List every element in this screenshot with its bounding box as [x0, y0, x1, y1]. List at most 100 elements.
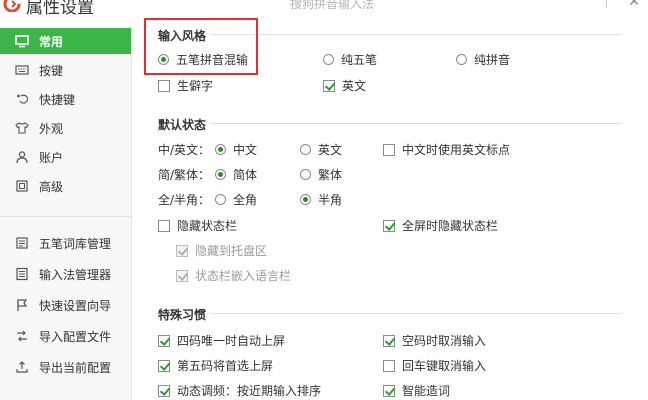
checkbox-label: 第五码将首选上屏 [177, 359, 274, 373]
checkbox-fifth-code-first[interactable]: 第五码将首选上屏 [158, 357, 273, 374]
radio-indicator[interactable] [215, 194, 226, 205]
checkbox-label: 空码时取消输入 [402, 334, 487, 348]
radio-english[interactable]: 英文 [300, 141, 342, 158]
radio-pure-pinyin[interactable]: 纯拼音 [456, 51, 510, 68]
section-divider [210, 313, 622, 314]
checkbox-label: 回车键取消输入 [402, 359, 487, 373]
sidebar-item-setup-wizard[interactable]: 快速设置向导 [0, 292, 131, 318]
checkbox-hide-status-bar[interactable]: 隐藏状态栏 [158, 217, 237, 234]
sogou-logo-icon [3, 0, 21, 13]
checkbox-empty-code-cancel[interactable]: 空码时取消输入 [383, 332, 486, 349]
sidebar-item-label: 高级 [39, 179, 64, 194]
sidebar-item-general[interactable]: 常用 [0, 28, 131, 54]
radio-indicator[interactable] [300, 169, 311, 180]
sidebar-item-ime-manager[interactable]: 输入法管理器 [0, 261, 131, 287]
radio-full-width[interactable]: 全角 [215, 191, 257, 208]
radio-label: 中文 [233, 143, 258, 157]
sidebar-item-label: 导入配置文件 [39, 329, 112, 344]
radio-indicator[interactable] [300, 194, 311, 205]
checkbox-label: 全屏时隐藏状态栏 [402, 219, 499, 233]
radio-half-width[interactable]: 半角 [300, 191, 342, 208]
radio-indicator[interactable] [300, 144, 311, 155]
sidebar: 常用 按键 快捷键 外观 账户 高级 五笔词库管理 输入法管理器 快速设置向导 … [0, 26, 132, 400]
window-title: 属性设置 [26, 0, 94, 18]
section-divider [210, 123, 622, 124]
sidebar-item-appearance[interactable]: 外观 [0, 115, 131, 141]
checkbox-rare-char[interactable]: 生僻字 [158, 77, 213, 94]
sidebar-item-wubi-dict[interactable]: 五笔词库管理 [0, 230, 131, 256]
shortcut-icon [14, 91, 30, 107]
radio-label: 半角 [318, 193, 343, 207]
radio-label: 繁体 [318, 168, 343, 182]
checkbox-smart-word[interactable]: 智能造词 [383, 382, 450, 399]
checkbox-label: 动态调频：按近期输入排序 [177, 384, 322, 398]
simp-trad-label: 简/繁体： [158, 168, 211, 182]
radio-label: 英文 [318, 143, 343, 157]
control-divider [606, 0, 607, 8]
radio-chinese[interactable]: 中文 [215, 141, 257, 158]
checkbox-label: 隐藏状态栏 [177, 219, 238, 233]
checkbox-indicator[interactable] [176, 269, 188, 282]
sidebar-item-advanced[interactable]: 高级 [0, 173, 131, 199]
checkbox-indicator[interactable] [323, 79, 335, 92]
sidebar-item-account[interactable]: 账户 [0, 144, 131, 170]
shirt-icon [14, 120, 30, 136]
sidebar-item-export-config[interactable]: 导出当前配置 [0, 354, 131, 380]
checkbox-indicator[interactable] [383, 359, 395, 372]
checkbox-label: 隐藏到托盘区 [195, 244, 268, 258]
checkbox-dynamic-freq[interactable]: 动态调频：按近期输入排序 [158, 382, 321, 399]
radio-label: 全角 [233, 193, 258, 207]
radio-wubi-pinyin-mix[interactable]: 五笔拼音混输 [158, 51, 248, 68]
cn-en-label: 中/英文： [158, 143, 211, 157]
keyboard-icon [14, 62, 30, 78]
sidebar-item-shortcuts[interactable]: 快捷键 [0, 86, 131, 112]
checkbox-label: 四码唯一时自动上屏 [177, 334, 286, 348]
section-title-special-habits: 特殊习惯 [158, 308, 207, 322]
sidebar-item-label: 账户 [39, 150, 64, 165]
radio-traditional[interactable]: 繁体 [300, 166, 342, 183]
sidebar-item-import-config[interactable]: 导入配置文件 [0, 323, 131, 349]
checkbox-indicator[interactable] [158, 219, 170, 232]
radio-indicator[interactable] [215, 169, 226, 180]
checkbox-cn-en-punct[interactable]: 中文时使用英文标点 [383, 141, 510, 158]
checkbox-indicator[interactable] [176, 244, 188, 257]
sidebar-item-label: 输入法管理器 [39, 267, 112, 282]
checkbox-embed-lang-bar[interactable]: 状态栏嵌入语言栏 [176, 267, 291, 284]
checkbox-hide-on-fullscreen[interactable]: 全屏时隐藏状态栏 [383, 217, 498, 234]
flag-icon [14, 297, 30, 313]
radio-indicator[interactable] [323, 54, 334, 65]
checkbox-enter-cancel[interactable]: 回车键取消输入 [383, 357, 486, 374]
checkbox-label: 状态栏嵌入语言栏 [195, 269, 292, 283]
sidebar-item-label: 快速设置向导 [39, 298, 112, 313]
checkbox-indicator[interactable] [158, 79, 170, 92]
checkbox-hide-to-tray[interactable]: 隐藏到托盘区 [176, 242, 267, 259]
window-subtitle: 搜狗拼音输入法 [290, 0, 375, 11]
checkbox-label: 中文时使用英文标点 [402, 143, 511, 157]
checkbox-indicator[interactable] [383, 219, 395, 232]
import-icon [14, 328, 30, 344]
radio-indicator[interactable] [215, 144, 226, 155]
monitor-icon [14, 33, 30, 49]
radio-label: 纯拼音 [474, 53, 511, 67]
checkbox-four-code-unique[interactable]: 四码唯一时自动上屏 [158, 332, 285, 349]
checkbox-indicator[interactable] [383, 143, 395, 156]
close-icon[interactable]: ✕ [628, 0, 640, 10]
checkbox-indicator[interactable] [158, 359, 170, 372]
checkbox-indicator[interactable] [383, 384, 395, 397]
section-title-default-status: 默认状态 [158, 118, 207, 132]
sidebar-item-label: 外观 [39, 121, 64, 136]
sidebar-divider [0, 216, 131, 217]
radio-indicator[interactable] [456, 54, 467, 65]
window-controls: ✕ [578, 0, 648, 14]
checkbox-indicator[interactable] [158, 334, 170, 347]
checkbox-indicator[interactable] [383, 334, 395, 347]
checkbox-english[interactable]: 英文 [323, 77, 366, 94]
radio-label: 纯五笔 [341, 53, 378, 67]
checkbox-label: 智能造词 [402, 384, 451, 398]
dictionary-icon [14, 235, 30, 251]
radio-simplified[interactable]: 简体 [215, 166, 257, 183]
radio-indicator[interactable] [158, 54, 169, 65]
checkbox-indicator[interactable] [158, 384, 170, 397]
radio-pure-wubi[interactable]: 纯五笔 [323, 51, 377, 68]
sidebar-item-keys[interactable]: 按键 [0, 57, 131, 83]
